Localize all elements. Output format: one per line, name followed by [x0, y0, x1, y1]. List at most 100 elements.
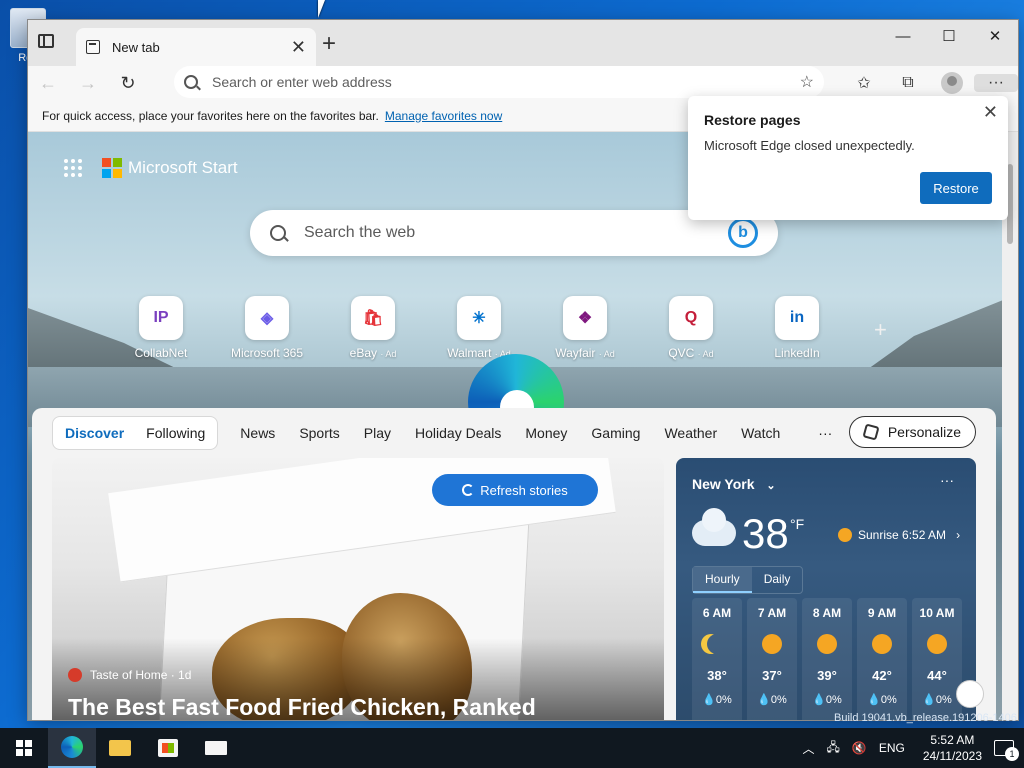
feedback-icon[interactable]: [956, 680, 984, 708]
tab-new-tab[interactable]: New tab ✕: [76, 28, 316, 66]
notifications-icon[interactable]: 1: [994, 740, 1019, 761]
tray-chevron-icon[interactable]: ︿: [796, 740, 820, 757]
tab-sports[interactable]: Sports: [299, 425, 339, 441]
close-icon[interactable]: ✕: [983, 102, 998, 123]
refresh-stories-icon: [462, 484, 475, 496]
quick-link-microsoft-365[interactable]: ◈ Microsoft 365: [214, 296, 320, 360]
minimize-button[interactable]: —: [880, 20, 926, 52]
taskbar-store[interactable]: [144, 728, 192, 768]
weather-card[interactable]: New York ⌄ ··· 38 °F Sunrise 6:52 AM › H…: [676, 458, 976, 720]
volume-muted-icon[interactable]: 🔇: [846, 741, 873, 755]
top-story-card[interactable]: Refresh stories Taste of Home · 1d The B…: [52, 458, 664, 720]
hour-temperature: 42°: [872, 668, 892, 683]
quick-link-collabnet[interactable]: IP CollabNet: [108, 296, 214, 360]
ebay-icon: 🛍: [351, 296, 395, 340]
clock[interactable]: 5:52 AM 24/11/2023: [911, 732, 994, 764]
tab-gaming[interactable]: Gaming: [591, 425, 640, 441]
restore-pages-popup: Restore pages Microsoft Edge closed unex…: [688, 96, 1008, 220]
back-icon[interactable]: ←: [28, 73, 68, 94]
forward-icon[interactable]: →: [68, 73, 108, 94]
sun-icon: [927, 634, 947, 654]
sunrise-info[interactable]: Sunrise 6:52 AM ›: [838, 528, 960, 542]
taskbar-edge[interactable]: [48, 728, 96, 768]
weather-location[interactable]: New York ⌄: [692, 476, 776, 492]
quick-link-name: QVC: [668, 346, 695, 360]
quick-link-qvc[interactable]: Q QVC · Ad: [638, 296, 744, 360]
tab-weather[interactable]: Weather: [664, 425, 717, 441]
address-input[interactable]: Search or enter web address: [212, 74, 800, 90]
personalize-icon: [862, 423, 880, 441]
tab-news[interactable]: News: [240, 425, 275, 441]
tab-hourly[interactable]: Hourly: [693, 567, 752, 593]
quick-link-ad-badge: · Ad: [697, 349, 714, 359]
refresh-stories-label: Refresh stories: [480, 482, 568, 498]
story-source: Taste of Home · 1d: [68, 668, 191, 682]
add-quick-link-icon[interactable]: +: [874, 317, 887, 343]
hour-temperature: 38°: [707, 668, 727, 683]
tab-holiday-deals[interactable]: Holiday Deals: [415, 425, 501, 441]
system-tray: ︿ 🖧 🔇 ENG 5:52 AM 24/11/2023 1: [796, 728, 1024, 768]
app-launcher-icon[interactable]: [64, 159, 82, 177]
collections-icon[interactable]: ⧉: [886, 74, 930, 92]
maximize-button[interactable]: ☐: [926, 20, 972, 52]
microsoft-start-brand[interactable]: Microsoft Start: [128, 158, 238, 178]
language-indicator[interactable]: ENG: [873, 741, 911, 755]
mouse-cursor-icon: [318, 0, 325, 18]
microsoft-logo-icon: [102, 158, 122, 178]
qvc-icon-glyph: Q: [684, 309, 698, 326]
refresh-stories-button[interactable]: Refresh stories: [432, 474, 598, 506]
tab-watch[interactable]: Watch: [741, 425, 780, 441]
profile-button[interactable]: [930, 72, 974, 94]
quick-link-ebay[interactable]: 🛍 eBay · Ad: [320, 296, 426, 360]
ebay-icon-glyph: 🛍: [362, 310, 384, 327]
hour-temperature: 39°: [817, 668, 837, 683]
quick-link-name: LinkedIn: [774, 346, 820, 360]
chevron-down-icon: ⌄: [766, 480, 776, 492]
hour-forecast: 7 AM 37° 💧0%: [747, 598, 797, 720]
add-favorite-icon[interactable]: ☆: [800, 72, 814, 92]
quick-link-label: QVC · Ad: [638, 346, 744, 360]
start-button[interactable]: [0, 728, 48, 768]
bing-chat-icon[interactable]: b: [728, 218, 758, 248]
tab-actions-icon[interactable]: [38, 34, 54, 48]
quick-link-wayfair[interactable]: ❖ Wayfair · Ad: [532, 296, 638, 360]
mail-icon: [205, 741, 227, 755]
tab-close-icon[interactable]: ✕: [291, 37, 306, 58]
address-bar[interactable]: Search or enter web address ☆: [174, 66, 824, 98]
hour-forecast: 9 AM 42° 💧0%: [857, 598, 907, 720]
restore-button[interactable]: Restore: [920, 172, 992, 204]
weather-more-icon[interactable]: ···: [940, 472, 954, 488]
refresh-icon[interactable]: ↻: [108, 73, 148, 94]
taskbar-mail[interactable]: [192, 728, 240, 768]
tab-play[interactable]: Play: [364, 425, 391, 441]
close-button[interactable]: ✕: [972, 20, 1018, 52]
hour-forecast: 8 AM 39° 💧0%: [802, 598, 852, 720]
page-scrollbar[interactable]: [1002, 132, 1018, 720]
feed-more-icon[interactable]: ···: [818, 425, 832, 441]
personalize-button[interactable]: Personalize: [848, 416, 976, 448]
new-tab-button[interactable]: +: [322, 30, 336, 58]
manage-favorites-link[interactable]: Manage favorites now: [385, 109, 502, 123]
toolbar: ← → ↻ Search or enter web address ☆ ✩ ⧉ …: [28, 66, 1018, 100]
quick-link-walmart[interactable]: ✳ Walmart · Ad: [426, 296, 532, 360]
story-title[interactable]: The Best Fast Food Fried Chicken, Ranked: [68, 694, 536, 720]
microsoft-365-icon-glyph: ◈: [260, 310, 274, 327]
favorites-icon[interactable]: ✩: [842, 73, 886, 93]
title-bar: New tab ✕ + — ☐ ✕: [28, 20, 1018, 66]
temperature-unit[interactable]: °F: [790, 516, 804, 532]
web-search-input[interactable]: Search the web: [304, 224, 728, 242]
tab-daily[interactable]: Daily: [752, 567, 803, 593]
tab-money[interactable]: Money: [525, 425, 567, 441]
tab-following[interactable]: Following: [146, 425, 205, 441]
sun-icon: [762, 634, 782, 654]
quick-links: IP CollabNet ◈ Microsoft 365 🛍 eBay · Ad ✳ Wa…: [108, 296, 850, 360]
settings-more-icon[interactable]: ···: [974, 74, 1018, 92]
taskbar-file-explorer[interactable]: [96, 728, 144, 768]
tab-discover[interactable]: Discover: [65, 425, 124, 441]
hour-precipitation: 💧0%: [922, 694, 952, 706]
network-icon[interactable]: 🖧: [820, 738, 845, 759]
clock-time: 5:52 AM: [930, 733, 975, 747]
quick-link-linkedin[interactable]: in LinkedIn: [744, 296, 850, 360]
hour-precipitation: 💧0%: [702, 694, 732, 706]
notification-count: 1: [1005, 747, 1019, 761]
